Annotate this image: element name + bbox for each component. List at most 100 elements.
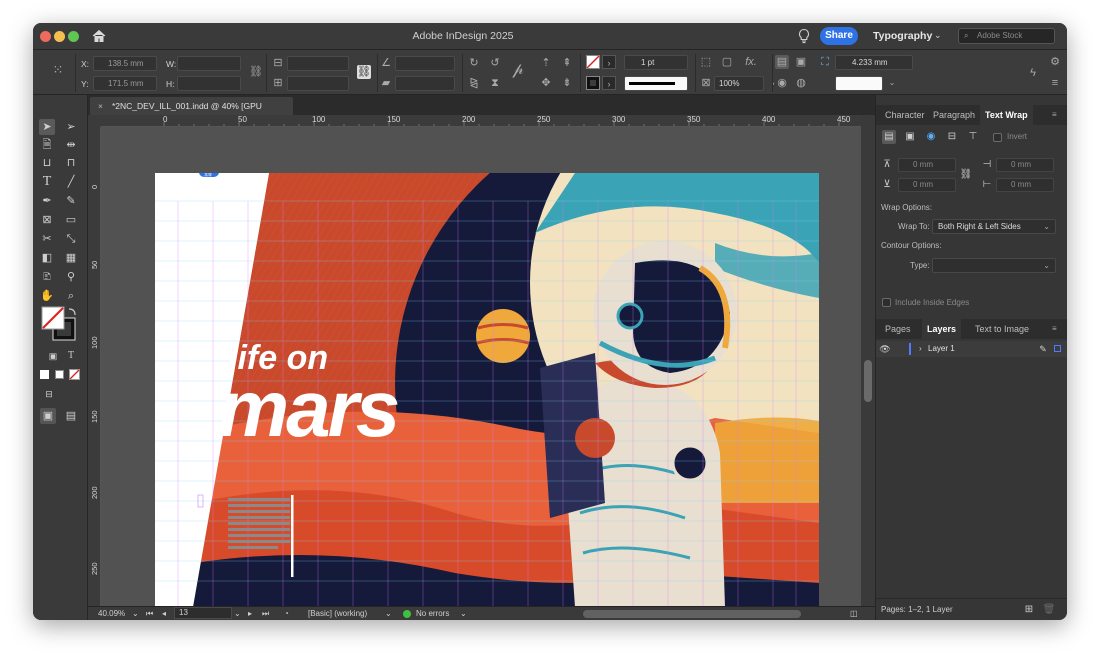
select-container-icon[interactable]: ⇡ <box>539 56 553 70</box>
y-position-field[interactable]: 171.5 mm <box>93 76 157 91</box>
body-text-frame[interactable] <box>228 498 290 549</box>
content-collector-icon[interactable]: ⊔ <box>39 155 55 171</box>
previous-page-icon[interactable]: ◂ <box>162 609 166 618</box>
quick-actions-icon[interactable]: ϟ <box>1026 66 1040 80</box>
rectangle-frame-tool-icon[interactable]: ⊠ <box>39 212 55 228</box>
contour-type-select[interactable]: ⌄ <box>932 258 1056 273</box>
chevron-down-icon[interactable]: ⌄ <box>460 609 467 618</box>
horizontal-scroll-thumb[interactable] <box>583 610 801 618</box>
scale-x-field[interactable] <box>287 56 349 71</box>
fill-menu-arrow-icon[interactable]: › <box>602 55 616 69</box>
line-tool-icon[interactable]: ╱ <box>63 174 79 190</box>
eye-icon[interactable]: 👁 <box>878 342 892 356</box>
scale-y-icon[interactable]: ⊞ <box>271 76 285 90</box>
wrap-bounding-box-icon[interactable]: ▣ <box>903 130 917 144</box>
rectangle-tool-icon[interactable]: ▭ <box>63 212 79 228</box>
jump-to-next-column-icon[interactable]: ⊤ <box>966 130 980 144</box>
gradient-swatch-tool-icon[interactable]: ◧ <box>39 250 55 266</box>
add-layer-icon[interactable]: ⊞ <box>1022 603 1036 617</box>
stroke-menu-arrow-icon[interactable]: › <box>602 76 616 90</box>
layer-selection-square[interactable] <box>1054 345 1061 352</box>
tab-text-to-image[interactable]: Text to Image <box>970 319 1034 339</box>
chevron-down-icon[interactable]: ⌄ <box>885 76 899 90</box>
swatch-none-icon[interactable] <box>69 369 80 380</box>
tab-pages[interactable]: Pages <box>880 319 916 339</box>
scale-x-icon[interactable]: ⊟ <box>271 56 285 70</box>
screen-mode-icon[interactable]: ⊟ <box>41 386 57 402</box>
scale-y-field[interactable] <box>287 76 349 91</box>
width-field[interactable] <box>177 56 241 71</box>
hand-tool-icon[interactable]: ✋ <box>39 288 55 304</box>
preflight-errors[interactable]: No errors <box>416 609 449 618</box>
rotation-field[interactable] <box>395 56 455 71</box>
note-tool-icon[interactable]: 🗈 <box>39 269 55 285</box>
jump-object-icon[interactable]: ⊟ <box>945 130 959 144</box>
preflight-icon[interactable]: ◔ <box>284 609 289 618</box>
workspace-switcher[interactable]: Typography <box>873 30 932 42</box>
flip-vertical-icon[interactable]: ⧗ <box>488 76 502 90</box>
auto-fit-icon[interactable]: ⛶ <box>818 55 832 69</box>
bottom-offset-field[interactable]: 0 mm <box>898 178 956 192</box>
page-tool-icon[interactable]: 🗎 <box>39 137 55 153</box>
preflight-profile[interactable]: [Basic] (working) <box>308 609 367 618</box>
rotate-ccw-icon[interactable]: ↺ <box>488 56 502 70</box>
chevron-down-icon[interactable]: ⌄ <box>385 609 392 618</box>
layer-name[interactable]: Layer 1 <box>928 344 955 353</box>
vertical-ruler[interactable]: 0 50 100 150 200 250 <box>88 127 101 608</box>
left-offset-field[interactable]: 0 mm <box>996 158 1054 172</box>
offset-field[interactable]: 4.233 mm <box>835 55 913 70</box>
chevron-right-icon[interactable]: › <box>919 344 922 353</box>
tab-text-wrap[interactable]: Text Wrap <box>980 105 1033 125</box>
rotate-angle-icon[interactable]: ∠ <box>379 56 393 70</box>
opacity-field[interactable]: 100% <box>714 76 764 91</box>
document-page[interactable]: ✦ ✦ life on mars ⛓ <box>155 173 819 607</box>
horizontal-ruler[interactable]: 0 50 100 150 200 250 300 350 400 450 <box>101 115 861 127</box>
normal-view-icon[interactable]: ▣ <box>40 408 56 424</box>
ruler-origin[interactable] <box>88 115 101 127</box>
adobe-stock-search[interactable]: ⌕ Adobe Stock <box>958 28 1055 44</box>
include-inside-edges-checkbox[interactable] <box>882 298 891 307</box>
formatting-text-icon[interactable]: T <box>63 348 79 364</box>
first-page-icon[interactable]: ⏮ <box>146 609 153 619</box>
formatting-container-icon[interactable]: ▣ <box>45 348 61 364</box>
flip-horizontal-icon[interactable]: ⧎ <box>467 76 481 90</box>
wrap-to-select[interactable]: Both Right & Left Sides ⌄ <box>932 219 1056 234</box>
content-link-icon[interactable]: ⛓ <box>199 173 219 177</box>
chevron-down-icon[interactable]: ⌄ <box>234 609 241 618</box>
page-number-field[interactable]: 13 <box>174 607 232 619</box>
pencil-tool-icon[interactable]: ✎ <box>63 193 79 209</box>
next-page-icon[interactable]: ▸ <box>248 609 252 618</box>
selection-p-icon[interactable]: 𝓅 <box>511 62 525 78</box>
gradient-feather-tool-icon[interactable]: ▦ <box>63 250 79 266</box>
opacity-icon[interactable]: ⊠ <box>699 76 713 90</box>
gap-tool-icon[interactable]: ⇹ <box>63 137 79 153</box>
constrain-proportions-icon[interactable]: ⛓ <box>249 65 263 79</box>
content-placer-icon[interactable]: ⊓ <box>63 155 79 171</box>
vertical-scroll-thumb[interactable] <box>864 360 872 402</box>
effects-fx-icon[interactable]: fx. <box>744 55 758 69</box>
wrap-jump-icon[interactable]: ◍ <box>794 76 808 90</box>
top-offset-field[interactable]: 0 mm <box>898 158 956 172</box>
stroke-weight-field[interactable]: 1 pt <box>624 55 688 70</box>
share-button[interactable]: Share <box>820 27 858 45</box>
reference-point-icon[interactable]: ⁙ <box>51 63 65 77</box>
tab-paragraph[interactable]: Paragraph <box>928 105 980 125</box>
wrap-object-icon[interactable]: ◉ <box>775 76 789 90</box>
shear-field[interactable] <box>395 76 455 91</box>
stroke-swatch-icon[interactable] <box>586 76 600 90</box>
layer-row[interactable]: 👁 › Layer 1 ✎ <box>876 341 1067 357</box>
frame-color-select[interactable] <box>835 76 883 91</box>
tab-layers[interactable]: Layers <box>922 319 962 339</box>
close-tab-icon[interactable]: × <box>98 97 103 115</box>
zoom-tool-icon[interactable]: ⌕ <box>63 288 79 304</box>
lightbulb-icon[interactable] <box>797 28 811 44</box>
swatch-white[interactable] <box>55 370 64 379</box>
zoom-level[interactable]: 40.09% <box>98 609 125 618</box>
fill-stroke-swatches-icon[interactable] <box>41 306 79 344</box>
no-wrap-icon[interactable]: ▤ <box>882 130 896 144</box>
free-transform-tool-icon[interactable]: ⤡ <box>63 231 79 247</box>
document-tab[interactable]: × *2NC_DEV_ILL_001.indd @ 40% [GPU Previ… <box>90 97 293 129</box>
stroke-type-select[interactable] <box>624 76 688 91</box>
wrap-around-shape-icon[interactable]: ▣ <box>794 55 808 69</box>
panel-menu-icon[interactable]: ≡ <box>1052 325 1062 333</box>
